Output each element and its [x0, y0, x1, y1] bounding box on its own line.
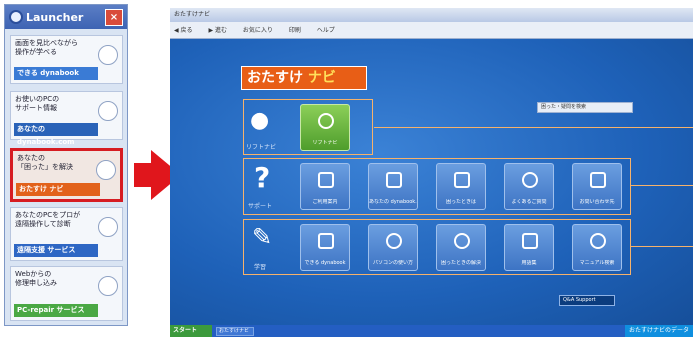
- glossary-icon: [522, 233, 538, 249]
- section-label: 学習: [254, 264, 267, 271]
- disc-icon: [318, 113, 334, 129]
- launcher-logo-icon: [9, 10, 23, 24]
- section-lift: ● リフトナビ リフトナビ: [243, 99, 373, 155]
- arrow-right-icon: [134, 163, 152, 187]
- launcher-titlebar: Launcher ×: [5, 5, 127, 29]
- tile-solutions[interactable]: 困ったときの解決: [436, 224, 486, 271]
- tile-label: よくあるご質問: [511, 199, 547, 205]
- tile-contact[interactable]: お問い合わせ先: [572, 163, 622, 210]
- document-icon: [318, 233, 334, 249]
- toolbar-favorites[interactable]: お気に入り: [243, 27, 273, 34]
- launcher-card-otasuke[interactable]: あなたの 「困った」を解決 おたすけ ナビ: [10, 148, 123, 202]
- app-logo: おたすけ ナビ: [241, 66, 367, 90]
- launcher-title: Launcher: [26, 10, 84, 24]
- tile-label: 用語集: [521, 260, 537, 266]
- tile-label: マニュアル検索: [579, 260, 615, 266]
- wand-icon: [96, 160, 116, 180]
- tile-trouble[interactable]: 困ったときは: [436, 163, 486, 210]
- pencil-icon: ✎: [252, 223, 273, 251]
- tile-label: できる dynabook: [304, 260, 346, 266]
- person-icon: [98, 217, 118, 237]
- close-button[interactable]: ×: [105, 8, 123, 26]
- system-tray: おたすけナビのデータ: [624, 325, 693, 337]
- section-label: サポート: [248, 203, 273, 210]
- card-tag: できる dynabook: [14, 67, 98, 80]
- section-learning: ✎ 学習 できる dynabook パソコンの使い方 困ったときの解決 用語集 …: [243, 219, 631, 275]
- tile-label: リフトナビ: [312, 140, 338, 146]
- section-label: リフトナビ: [246, 144, 277, 151]
- tile-guide[interactable]: ご利用案内: [300, 163, 350, 210]
- monitor-icon: [386, 172, 402, 188]
- nurse-icon: [98, 276, 118, 296]
- card-description: あなたの 「困った」を解決: [17, 154, 73, 171]
- launcher-card-dekiru[interactable]: 画面を見比べながら 操作が学べる できる dynabook: [10, 35, 123, 84]
- search-input[interactable]: 困った・疑問を検索: [537, 102, 633, 113]
- tile-faq[interactable]: よくあるご質問: [504, 163, 554, 210]
- banner-main: おたすけ: [247, 70, 303, 86]
- tile-dekiru[interactable]: できる dynabook: [300, 224, 350, 271]
- tile-pc-usage[interactable]: パソコンの使い方: [368, 224, 418, 271]
- magnifier-icon: [590, 233, 606, 249]
- mouse-icon: [386, 233, 402, 249]
- connector-line: [631, 246, 693, 247]
- section-support: ? サポート ご利用案内 あなたの dynabook.com 困ったときは よく…: [243, 158, 631, 215]
- connector-line: [631, 185, 693, 186]
- disc-icon: ●: [250, 108, 270, 133]
- taskbar: スタート おたすけナビ おたすけナビのデータ: [170, 325, 693, 337]
- toolbar-print[interactable]: 印刷: [289, 27, 301, 34]
- launcher-card-dynabook[interactable]: お使いのPCの サポート情報 あなたの dynabook.com: [10, 91, 123, 146]
- main-window: おたすけナビ ◀ 戻る ▶ 進む お気に入り 印刷 ヘルプ おたすけ ナビ 困っ…: [170, 8, 693, 337]
- tile-label: ご利用案内: [312, 199, 338, 205]
- card-description: 画面を見比べながら 操作が学べる: [15, 39, 78, 56]
- toolbar-back[interactable]: ◀ 戻る: [174, 27, 193, 34]
- tile-glossary[interactable]: 用語集: [504, 224, 554, 271]
- toolbar-forward[interactable]: ▶ 進む: [208, 27, 227, 34]
- tile-manual-search[interactable]: マニュアル検索: [572, 224, 622, 271]
- tile-lift-navi[interactable]: リフトナビ: [300, 104, 350, 151]
- start-button[interactable]: スタート: [170, 325, 212, 337]
- book-icon: [98, 45, 118, 65]
- card-tag: おたすけ ナビ: [16, 183, 100, 196]
- lightbulb-icon: [454, 233, 470, 249]
- card-description: お使いのPCの サポート情報: [15, 95, 60, 112]
- card-tag: PC-repair サービス: [14, 304, 98, 317]
- taskbar-item[interactable]: おたすけナビ: [216, 326, 254, 336]
- info-icon: [454, 172, 470, 188]
- card-tag: 遠隔支援 サービス: [14, 244, 98, 257]
- toolbar-help[interactable]: ヘルプ: [317, 27, 335, 34]
- tile-label: 困ったときの解決: [440, 260, 481, 266]
- connector-line: [374, 127, 693, 128]
- tile-dynabook-com[interactable]: あなたの dynabook.com: [368, 163, 418, 210]
- help-icon: [522, 172, 538, 188]
- banner-accent: ナビ: [307, 70, 336, 86]
- tile-label: お問い合わせ先: [579, 199, 615, 205]
- launcher-card-remote[interactable]: あなたのPCをプロが 遠隔操作して診断 遠隔支援 サービス: [10, 207, 123, 261]
- window-toolbar: ◀ 戻る ▶ 進む お気に入り 印刷 ヘルプ: [170, 22, 693, 39]
- launcher-panel: Launcher × 画面を見比べながら 操作が学べる できる dynabook…: [4, 4, 128, 326]
- printer-icon: [318, 172, 334, 188]
- question-icon: ?: [254, 161, 271, 194]
- tile-label: あなたの dynabook.com: [369, 199, 417, 205]
- otasuke-navi-app: おたすけ ナビ 困った・疑問を検索 ● リフトナビ リフトナビ ? サポート ご…: [170, 39, 693, 325]
- card-description: Webからの 修理申し込み: [15, 270, 57, 287]
- support-badge[interactable]: Q&A Support: [559, 295, 615, 306]
- card-tag: あなたの dynabook.com: [14, 123, 98, 146]
- launcher-card-repair[interactable]: Webからの 修理申し込み PC-repair サービス: [10, 266, 123, 321]
- chat-icon: [590, 172, 606, 188]
- tile-label: 困ったときは: [445, 199, 476, 205]
- cloud-icon: [98, 101, 118, 121]
- tile-label: パソコンの使い方: [372, 260, 413, 266]
- card-description: あなたのPCをプロが 遠隔操作して診断: [15, 211, 81, 228]
- window-titlebar: おたすけナビ: [170, 8, 693, 22]
